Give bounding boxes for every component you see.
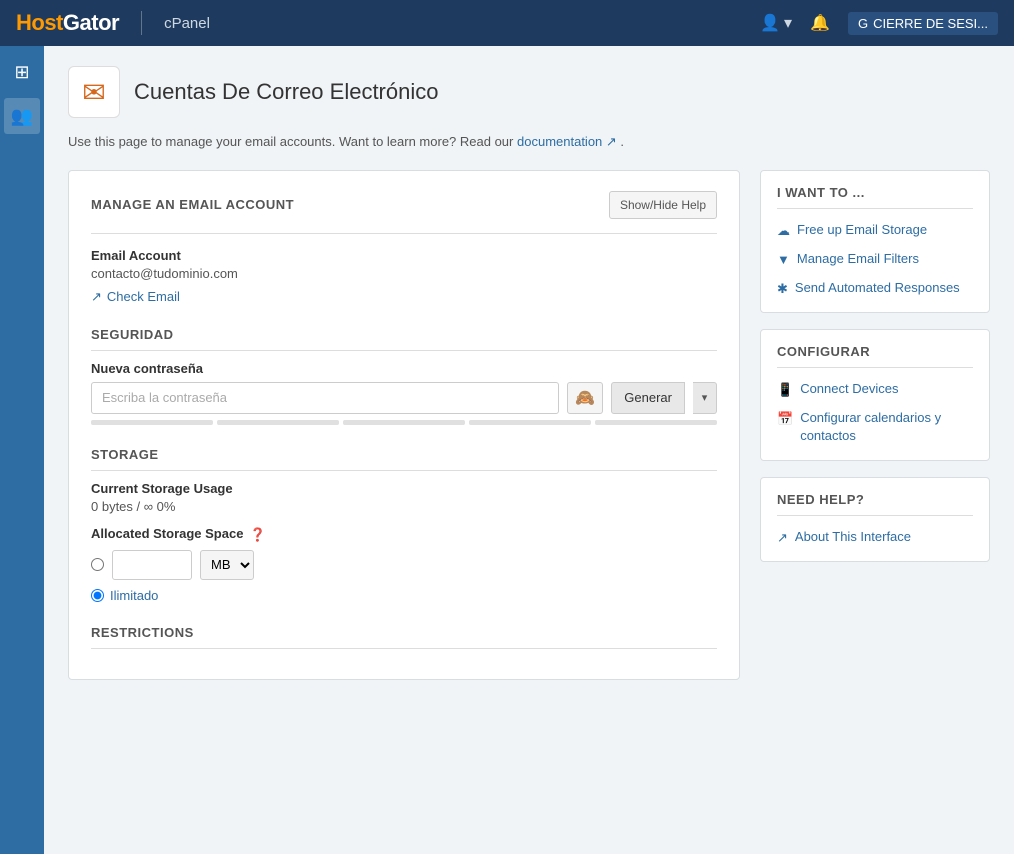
about-interface-link[interactable]: ↗ About This Interface (777, 528, 973, 547)
alloc-label-row: Allocated Storage Space ❓ (91, 526, 717, 544)
sidebar: ⊞ 👥 (0, 46, 44, 854)
show-hide-help-btn[interactable]: Show/Hide Help (609, 191, 717, 219)
configurar-section: CONFIGURAR 📱 Connect Devices 📅 Configura… (760, 329, 990, 461)
generate-password-btn[interactable]: Generar (611, 382, 685, 414)
alloc-row: MB (91, 550, 717, 580)
user-caret: ▾ (784, 13, 792, 33)
security-section: SEGURIDAD Nueva contraseña 🙈 Generar ▾ (91, 327, 717, 425)
alloc-help-icon: ❓ (249, 527, 265, 543)
auto-icon: ✱ (777, 280, 788, 298)
cpanel-label: cPanel (164, 15, 210, 32)
password-row: 🙈 Generar ▾ (91, 382, 717, 414)
need-help-title: NEED HELP? (777, 492, 973, 516)
mobile-icon: 📱 (777, 381, 793, 399)
email-icon: ✉ (82, 76, 105, 109)
password-label: Nueva contraseña (91, 361, 717, 376)
manage-section-header: MANAGE AN EMAIL ACCOUNT Show/Hide Help (91, 191, 717, 219)
generate-caret-btn[interactable]: ▾ (693, 382, 717, 414)
top-navigation: HostGator cPanel 👤 ▾ 🔔 G CIERRE DE SESI.… (0, 0, 1014, 46)
email-account-field: Email Account contacto@tudominio.com ↗ C… (91, 248, 717, 305)
restrictions-title: RESTRICTIONS (91, 625, 717, 649)
storage-section: STORAGE Current Storage Usage 0 bytes / … (91, 447, 717, 603)
desc-text-start: Use this page to manage your email accou… (68, 134, 513, 149)
main-panel: MANAGE AN EMAIL ACCOUNT Show/Hide Help E… (68, 170, 740, 680)
documentation-link[interactable]: documentation ↗ (517, 134, 617, 149)
user-menu-btn[interactable]: 👤 ▾ (760, 13, 792, 33)
logout-icon: G (858, 16, 868, 31)
storage-unit-dropdown[interactable]: MB (200, 550, 254, 580)
i-want-to-title: I WANT TO ... (777, 185, 973, 209)
brand-logo: HostGator cPanel (16, 10, 210, 36)
alloc-storage-input[interactable] (112, 550, 192, 580)
strength-bar-3 (343, 420, 465, 425)
configurar-calendarios-link[interactable]: 📅 Configurar calendarios y contactos (777, 409, 973, 445)
filter-icon: ▼ (777, 251, 790, 269)
nav-divider (141, 11, 142, 35)
password-input[interactable] (91, 382, 559, 414)
unlimited-storage-row: Ilimitado (91, 588, 717, 603)
current-storage-value: 0 bytes / ∞ 0% (91, 499, 717, 514)
configurar-title: CONFIGURAR (777, 344, 973, 368)
strength-bar-5 (595, 420, 717, 425)
manage-email-filters-link[interactable]: ▼ Manage Email Filters (777, 250, 973, 269)
notifications-btn[interactable]: 🔔 (810, 13, 830, 33)
storage-unlimited-radio[interactable] (91, 589, 104, 602)
page-title: Cuentas De Correo Electrónico (134, 79, 438, 105)
caret-down-icon: ▾ (702, 391, 708, 404)
external-link-icon: ↗ (777, 529, 788, 547)
two-col-layout: MANAGE AN EMAIL ACCOUNT Show/Hide Help E… (68, 170, 990, 680)
password-strength-bars (91, 420, 717, 425)
main-content: ✉ Cuentas De Correo Electrónico Use this… (44, 46, 1014, 854)
check-email-icon: ↗ (91, 289, 102, 305)
security-title: SEGURIDAD (91, 327, 717, 351)
email-value: contacto@tudominio.com (91, 266, 717, 281)
manage-section-title: MANAGE AN EMAIL ACCOUNT (91, 197, 294, 212)
send-automated-responses-link[interactable]: ✱ Send Automated Responses (777, 279, 973, 298)
connect-devices-link[interactable]: 📱 Connect Devices (777, 380, 973, 399)
cloud-icon: ☁ (777, 222, 790, 240)
current-storage-label: Current Storage Usage (91, 481, 717, 496)
strength-bar-2 (217, 420, 339, 425)
desc-text-end: . (620, 134, 624, 149)
sidebar-grid-icon[interactable]: ⊞ (4, 54, 40, 90)
page-description: Use this page to manage your email accou… (68, 132, 990, 152)
need-help-section: NEED HELP? ↗ About This Interface (760, 477, 990, 562)
restrictions-section: RESTRICTIONS (91, 625, 717, 649)
logout-label: CIERRE DE SESI... (873, 16, 988, 31)
bell-icon: 🔔 (810, 13, 830, 33)
free-up-storage-link[interactable]: ☁ Free up Email Storage (777, 221, 973, 240)
unlimited-label: Ilimitado (110, 588, 158, 603)
check-email-link[interactable]: ↗ Check Email (91, 289, 717, 305)
page-icon: ✉ (68, 66, 120, 118)
nav-icons: 👤 ▾ 🔔 G CIERRE DE SESI... (760, 12, 998, 35)
calendar-icon: 📅 (777, 410, 793, 428)
storage-custom-radio[interactable] (91, 558, 104, 571)
alloc-storage-label: Allocated Storage Space (91, 526, 243, 541)
section-divider (91, 233, 717, 234)
sidebar-users-icon[interactable]: 👥 (4, 98, 40, 134)
email-label: Email Account (91, 248, 717, 263)
right-panel: I WANT TO ... ☁ Free up Email Storage ▼ … (760, 170, 990, 578)
user-icon: 👤 (760, 13, 780, 33)
storage-title: STORAGE (91, 447, 717, 471)
brand-name: HostGator (16, 10, 119, 36)
strength-bar-4 (469, 420, 591, 425)
eye-slash-icon: 🙈 (575, 388, 595, 408)
main-layout: ⊞ 👥 ✉ Cuentas De Correo Electrónico Use … (0, 46, 1014, 854)
i-want-to-section: I WANT TO ... ☁ Free up Email Storage ▼ … (760, 170, 990, 314)
logout-button[interactable]: G CIERRE DE SESI... (848, 12, 998, 35)
page-header: ✉ Cuentas De Correo Electrónico (68, 66, 990, 118)
strength-bar-1 (91, 420, 213, 425)
toggle-password-btn[interactable]: 🙈 (567, 382, 603, 414)
